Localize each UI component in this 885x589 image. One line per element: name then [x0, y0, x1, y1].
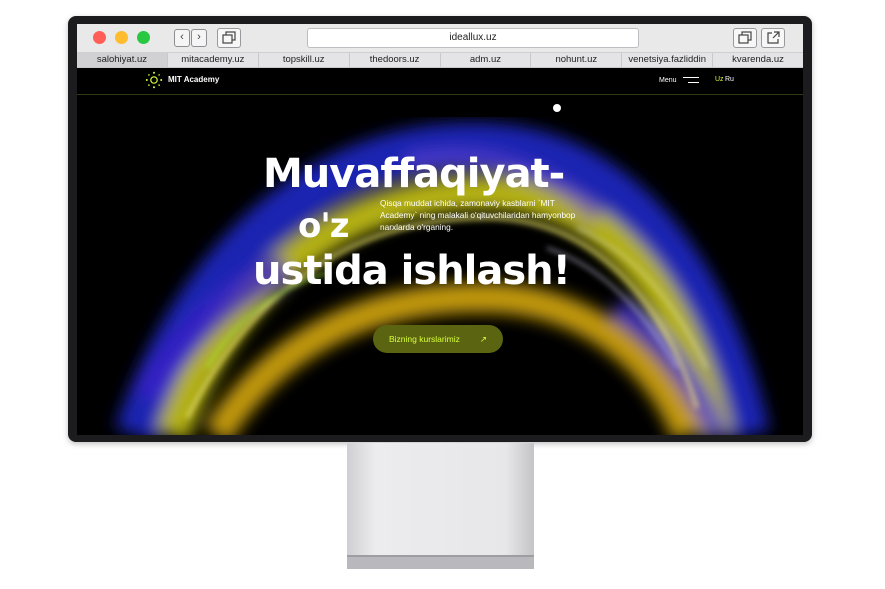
copy-icon	[738, 31, 752, 44]
language-ru-button[interactable]: Ru	[725, 76, 734, 83]
website-viewport: MIT Academy Menu Uz Ru Muvaffaqiyat- o'z…	[77, 68, 803, 435]
tab-overview-button[interactable]	[217, 28, 241, 48]
hamburger-menu-icon[interactable]	[683, 77, 699, 84]
mit-academy-logo-icon[interactable]	[145, 71, 163, 89]
screen: ‹ › ideallux.uz salohiyat.uz mitacademy.…	[77, 24, 803, 435]
chevron-right-icon: ›	[197, 31, 201, 43]
copy-icon	[222, 31, 236, 44]
browser-tab[interactable]: kvarenda.uz	[713, 53, 803, 67]
browser-tab[interactable]: mitacademy.uz	[168, 53, 259, 67]
courses-button-label: Bizning kurslarimiz	[389, 334, 460, 344]
language-uz-button[interactable]: Uz	[715, 76, 724, 83]
back-button[interactable]: ‹	[174, 29, 190, 47]
browser-tab[interactable]: venetsiya.fazliddin	[622, 53, 714, 67]
monitor-stand	[347, 443, 534, 569]
hero-title-line-1: Muvaffaqiyat-	[263, 151, 565, 197]
arrow-up-right-icon: ↗	[479, 334, 487, 344]
monitor-frame: ‹ › ideallux.uz salohiyat.uz mitacademy.…	[68, 16, 812, 442]
chevron-left-icon: ‹	[180, 31, 184, 43]
hero-title-line-2: o'z	[298, 206, 350, 246]
forward-button[interactable]: ›	[191, 29, 207, 47]
brand-name[interactable]: MIT Academy	[168, 75, 219, 84]
browser-tab[interactable]: thedoors.uz	[350, 53, 441, 67]
slider-dot[interactable]	[553, 104, 561, 112]
browser-tab[interactable]: nohunt.uz	[531, 53, 623, 67]
external-link-icon	[767, 31, 780, 44]
close-window-button[interactable]	[93, 31, 106, 44]
menu-label[interactable]: Menu	[659, 77, 677, 84]
browser-tab[interactable]: topskill.uz	[259, 53, 350, 67]
hero-description: Qisqa muddat ichida, zamonaviy kasblarni…	[380, 198, 576, 232]
zoom-window-button[interactable]	[137, 31, 150, 44]
browser-titlebar: ‹ › ideallux.uz	[77, 24, 803, 53]
new-tab-button[interactable]	[733, 28, 757, 48]
browser-tab[interactable]: salohiyat.uz	[77, 53, 168, 67]
courses-button[interactable]: Bizning kurslarimiz ↗	[373, 325, 503, 353]
hero-title-line-3: ustida ishlash!	[253, 248, 571, 294]
minimize-window-button[interactable]	[115, 31, 128, 44]
browser-tab[interactable]: adm.uz	[441, 53, 532, 67]
tab-bar: salohiyat.uz mitacademy.uz topskill.uz t…	[77, 53, 803, 68]
address-bar[interactable]: ideallux.uz	[307, 28, 639, 48]
share-button[interactable]	[761, 28, 785, 48]
site-header: MIT Academy Menu Uz Ru	[77, 68, 803, 95]
